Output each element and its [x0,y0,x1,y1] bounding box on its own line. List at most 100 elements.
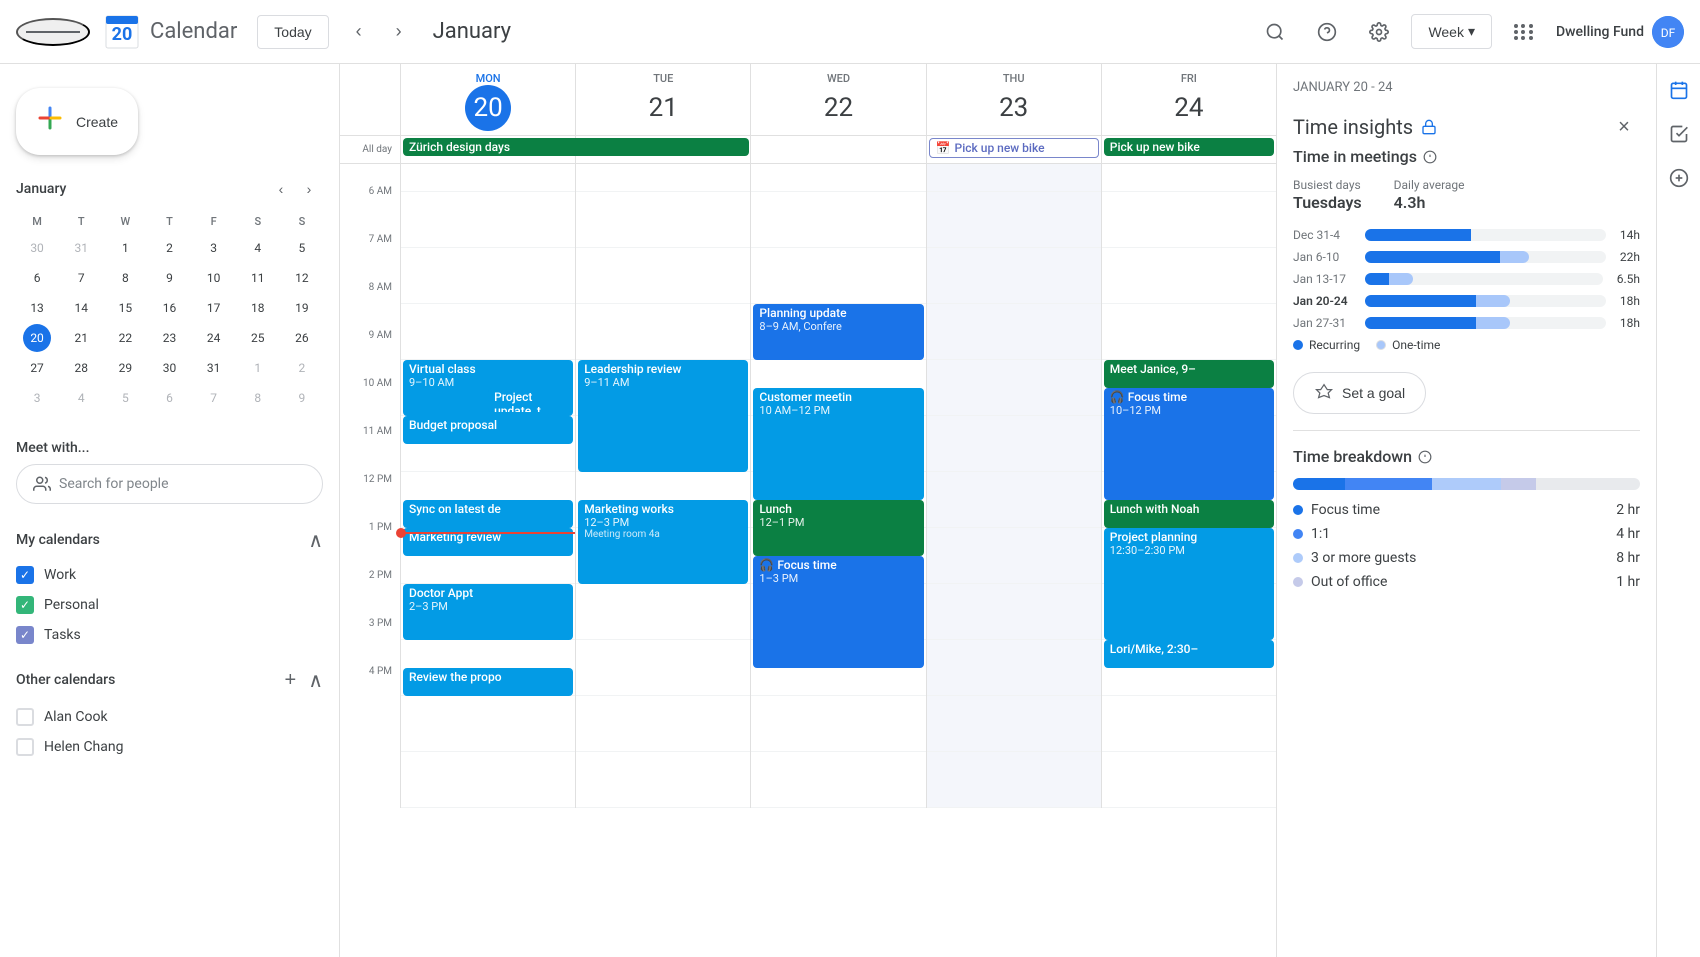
view-selector[interactable]: Week ▾ [1411,14,1492,49]
mini-day-3[interactable]: 3 [200,234,228,262]
event-project-planning[interactable]: Project planning 12:30–2:30 PM [1104,528,1274,640]
mini-day-28[interactable]: 28 [67,354,95,382]
tasks-checkbox[interactable]: ✓ [16,626,34,644]
mini-day-18[interactable]: 18 [244,294,272,322]
check-button[interactable] [1661,116,1697,152]
mini-day-21[interactable]: 21 [67,324,95,352]
mini-day-30-dec[interactable]: 30 [23,234,51,262]
mini-day-30[interactable]: 30 [155,354,183,382]
mini-day-7[interactable]: 7 [67,264,95,292]
event-planning-update[interactable]: Planning update 8–9 AM, Confere [753,304,923,360]
event-review-proposal[interactable]: Review the propo [403,668,573,696]
prev-button[interactable]: ‹ [341,14,377,50]
apps-button[interactable] [1504,12,1544,52]
day-num-mon[interactable]: 20 [465,85,511,131]
avatar[interactable]: DF [1652,16,1684,48]
event-sync[interactable]: Sync on latest de [403,500,573,528]
mini-day-2-feb[interactable]: 2 [288,354,316,382]
mini-day-1[interactable]: 1 [111,234,139,262]
alan-checkbox[interactable] [16,708,34,726]
mini-day-26[interactable]: 26 [288,324,316,352]
day-num-fri[interactable]: 24 [1166,85,1212,131]
event-customer-meeting[interactable]: Customer meetin 10 AM–12 PM [753,388,923,500]
calendar-work[interactable]: ✓ Work [16,560,323,590]
mini-day-4-feb[interactable]: 4 [67,384,95,412]
hamburger-button[interactable] [16,18,90,46]
mini-day-22[interactable]: 22 [111,324,139,352]
mini-day-9-feb[interactable]: 9 [288,384,316,412]
event-zurich-design-days[interactable]: Zürich design days [403,138,749,156]
mini-day-17[interactable]: 17 [200,294,228,322]
mini-day-16[interactable]: 16 [155,294,183,322]
calendar-personal[interactable]: ✓ Personal [16,590,323,620]
event-pick-up-bike[interactable]: Pick up new bike [1104,138,1274,156]
mini-day-10[interactable]: 10 [200,264,228,292]
other-calendars-header[interactable]: Other calendars + ∧ [16,658,323,702]
set-goal-button[interactable]: Set a goal [1293,372,1426,414]
mini-day-3-feb[interactable]: 3 [23,384,51,412]
mini-day-6-feb[interactable]: 6 [155,384,183,412]
calendar-alan-cook[interactable]: Alan Cook [16,702,323,732]
mini-day-14[interactable]: 14 [67,294,95,322]
mini-day-23[interactable]: 23 [155,324,183,352]
mini-day-12[interactable]: 12 [288,264,316,292]
mini-day-7-feb[interactable]: 7 [200,384,228,412]
event-leadership-review[interactable]: Leadership review 9–11 AM [578,360,748,472]
mini-day-6[interactable]: 6 [23,264,51,292]
calendar-tasks[interactable]: ✓ Tasks [16,620,323,650]
event-meet-janice[interactable]: Meet Janice, 9– [1104,360,1274,388]
event-doctor-appt[interactable]: Doctor Appt 2–3 PM [403,584,573,640]
add-note-button[interactable] [1661,160,1697,196]
event-focus-time-fri[interactable]: 🎧 Focus time 10–12 PM [1104,388,1274,500]
event-marketing-workshop[interactable]: Marketing works 12–3 PM Meeting room 4a [578,500,748,584]
mini-day-5[interactable]: 5 [288,234,316,262]
add-calendar-button[interactable]: + [276,666,304,694]
next-button[interactable]: › [381,14,417,50]
close-insights-button[interactable]: × [1608,111,1640,143]
event-lunch-wed[interactable]: Lunch 12–1 PM [753,500,923,556]
account-info[interactable]: Dwelling Fund DF [1556,16,1684,48]
day-num-wed[interactable]: 22 [815,85,861,131]
mini-day-29[interactable]: 29 [111,354,139,382]
calendar-view-button[interactable] [1661,72,1697,108]
event-focus-time-wed[interactable]: 🎧 Focus time 1–3 PM [753,556,923,668]
mini-day-5-feb[interactable]: 5 [111,384,139,412]
calendar-helen-chang[interactable]: Helen Chang [16,732,323,762]
help-button[interactable] [1307,12,1347,52]
app-logo[interactable]: 20 Calendar [102,12,237,52]
search-people-field[interactable]: Search for people [16,464,323,504]
personal-checkbox[interactable]: ✓ [16,596,34,614]
day-num-thu[interactable]: 23 [991,85,1037,131]
mini-day-4[interactable]: 4 [244,234,272,262]
mini-day-11[interactable]: 11 [244,264,272,292]
mini-day-20[interactable]: 20 [23,324,51,352]
mini-day-31[interactable]: 31 [200,354,228,382]
mini-day-13[interactable]: 13 [23,294,51,322]
mini-day-9[interactable]: 9 [155,264,183,292]
mini-prev-button[interactable]: ‹ [267,175,295,203]
mini-day-1-feb[interactable]: 1 [244,354,272,382]
my-calendars-header[interactable]: My calendars ∧ [16,520,323,560]
day-num-tue[interactable]: 21 [640,85,686,131]
mini-day-25[interactable]: 25 [244,324,272,352]
mini-day-31-dec[interactable]: 31 [67,234,95,262]
event-out-of-office[interactable]: 📅 Pick up new bike [929,138,1099,158]
mini-day-2[interactable]: 2 [155,234,183,262]
today-button[interactable]: Today [257,15,328,49]
work-checkbox[interactable]: ✓ [16,566,34,584]
event-project-update[interactable]: Project update, t [488,388,573,412]
search-button[interactable] [1255,12,1295,52]
mini-day-24[interactable]: 24 [200,324,228,352]
mini-day-8-feb[interactable]: 8 [244,384,272,412]
mini-day-15[interactable]: 15 [111,294,139,322]
mini-day-19[interactable]: 19 [288,294,316,322]
event-budget-proposal[interactable]: Budget proposal [403,416,573,444]
mini-next-button[interactable]: › [295,175,323,203]
settings-button[interactable] [1359,12,1399,52]
create-button[interactable]: Create [16,88,138,155]
mini-day-8[interactable]: 8 [111,264,139,292]
event-lunch-noah[interactable]: Lunch with Noah [1104,500,1274,528]
mini-day-27[interactable]: 27 [23,354,51,382]
helen-checkbox[interactable] [16,738,34,756]
event-lori-mike[interactable]: Lori/Mike, 2:30– [1104,640,1274,668]
